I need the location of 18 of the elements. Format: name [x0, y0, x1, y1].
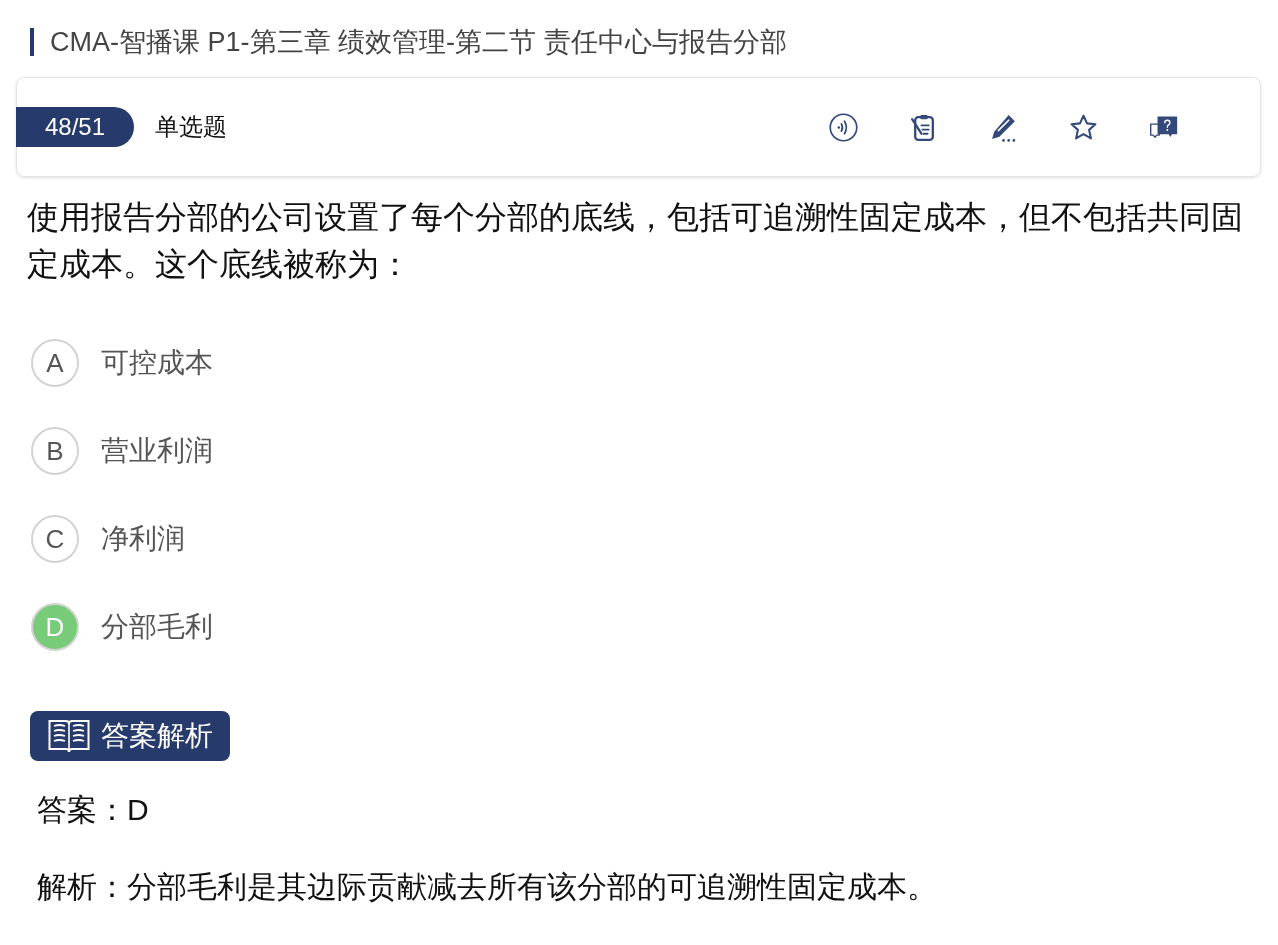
- option-letter[interactable]: C: [31, 515, 79, 563]
- option-text[interactable]: 净利润: [101, 521, 185, 557]
- question-type-label: 单选题: [155, 112, 227, 142]
- pencil-icon[interactable]: [989, 112, 1018, 142]
- star-icon[interactable]: [1069, 112, 1098, 142]
- progress-counter: 48/51: [16, 107, 134, 147]
- explanation-text: 解析：分部毛利是其边际贡献减去所有该分部的可追溯性固定成本。: [37, 869, 937, 905]
- option-text[interactable]: 分部毛利: [101, 609, 213, 645]
- answer-analysis-button[interactable]: 答案解析: [30, 711, 230, 761]
- open-book-icon: [48, 718, 90, 754]
- option-text[interactable]: 营业利润: [101, 433, 213, 469]
- option-text[interactable]: 可控成本: [101, 345, 213, 381]
- option-letter[interactable]: A: [31, 339, 79, 387]
- sound-wave-icon[interactable]: [829, 112, 858, 142]
- option-letter[interactable]: B: [31, 427, 79, 475]
- page-title: CMA-智播课 P1-第三章 绩效管理-第二节 责任中心与报告分部: [50, 27, 787, 57]
- question-text: 使用报告分部的公司设置了每个分部的底线，包括可追溯性固定成本，但不包括共同固定成本。这个底线被称为：: [27, 198, 1244, 284]
- answer-text: 答案：D: [37, 792, 149, 828]
